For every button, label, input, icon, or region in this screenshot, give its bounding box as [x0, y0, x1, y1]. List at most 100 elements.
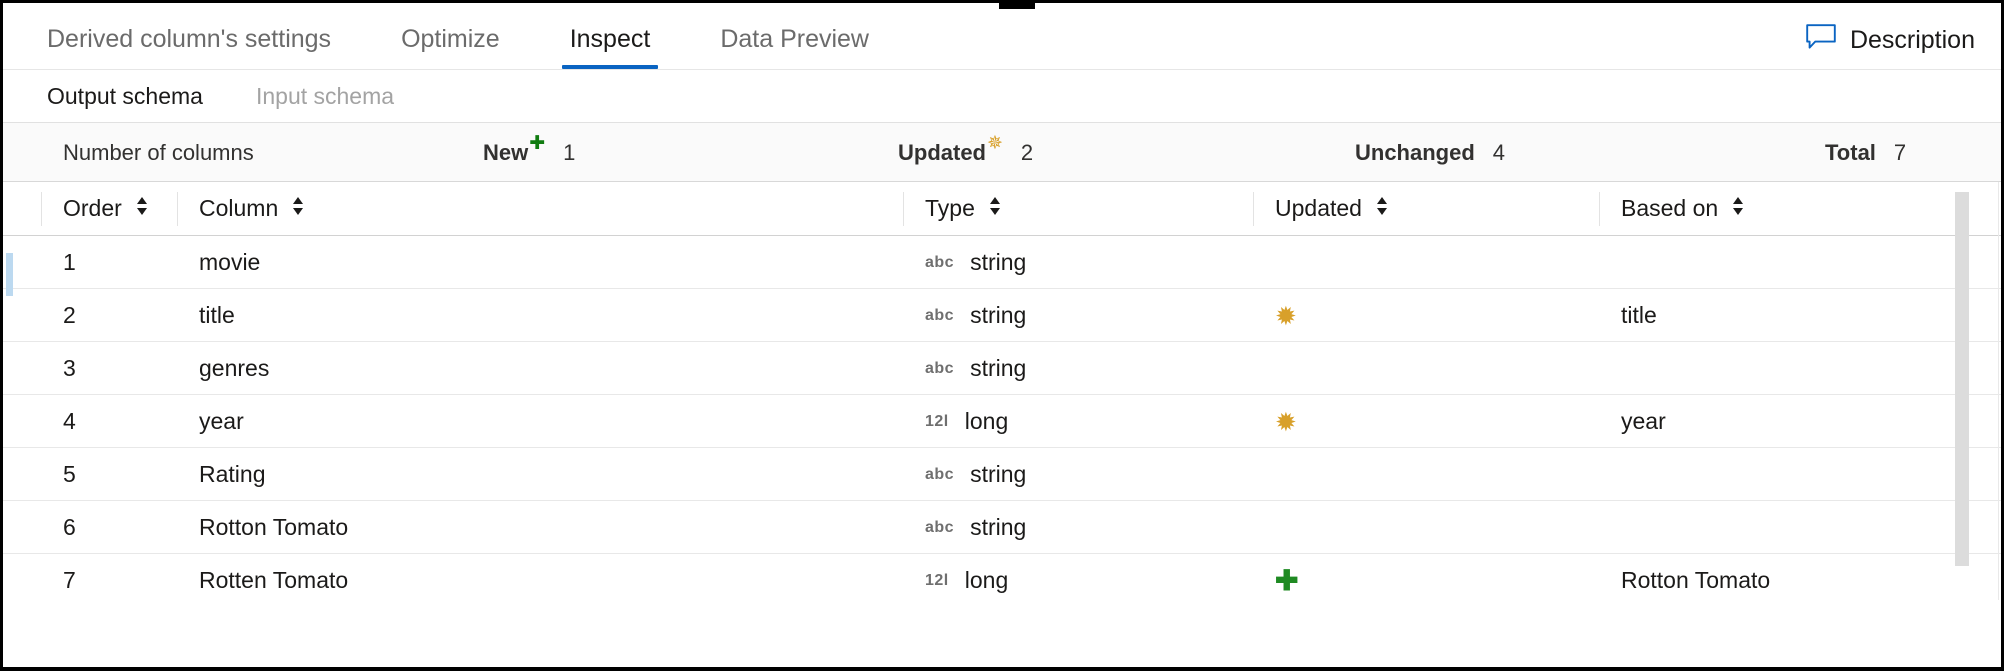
summary-total-value: 7 [1894, 140, 1906, 166]
text-type-icon: abc [925, 466, 954, 484]
cell-column-name: genres [199, 342, 269, 395]
cell-type: abc string [925, 342, 1026, 395]
summary-new-value: 1 [563, 140, 575, 166]
summary-unchanged: Unchanged 4 [1355, 123, 1505, 182]
cell-order: 4 [63, 395, 76, 448]
cell-updated-marker: ✹ [1275, 395, 1297, 448]
cell-based-on: title [1621, 289, 1657, 342]
cell-type: 12l long [925, 395, 1008, 448]
cell-column-name: title [199, 289, 235, 342]
asterisk-icon: ✵ [987, 134, 1003, 153]
inspect-panel: Derived column's settings Optimize Inspe… [0, 0, 2004, 671]
speech-bubble-icon [1806, 24, 1836, 57]
cell-type: abc string [925, 501, 1026, 554]
sort-icon [134, 194, 150, 224]
table-row[interactable]: 7 Rotten Tomato 12llong ✚ Rotton Tomato [3, 554, 2001, 600]
cell-based-on: Rotton Tomato [1621, 554, 1770, 600]
table-row[interactable]: 6 Rotton Tomato abc string [3, 501, 2001, 554]
summary-unchanged-label: Unchanged [1355, 140, 1475, 166]
description-label: Description [1850, 26, 1975, 55]
column-header-label: Column [199, 195, 278, 222]
panel-footer [3, 600, 2001, 648]
summary-new: New ✚ 1 [483, 123, 575, 182]
table-row[interactable]: 5 Rating abcstring [3, 448, 2001, 501]
asterisk-icon: ✹ [1275, 409, 1297, 435]
sort-icon [1730, 194, 1746, 224]
tab-label: Derived column's settings [47, 25, 331, 53]
cell-order: 7 [63, 554, 76, 600]
text-type-icon: abc [925, 254, 954, 272]
table-body: 1movieabcstring2titleabcstring✹title3gen… [3, 236, 2001, 600]
header-divider [1253, 192, 1254, 226]
summary-title: Number of columns [63, 123, 254, 182]
table-right-border [1998, 182, 1999, 600]
tab-inspect[interactable]: Inspect [570, 27, 651, 69]
column-header-order[interactable]: Order [63, 182, 150, 236]
table-row[interactable]: 4year12llong✹year [3, 395, 2001, 448]
type-label: string [970, 355, 1026, 382]
summary-title-label: Number of columns [63, 140, 254, 166]
cell-order: 6 [63, 501, 76, 554]
asterisk-icon: ✹ [1275, 303, 1297, 329]
column-count-summary: Number of columns New ✚ 1 Updated ✵ 2 Un… [3, 123, 2001, 182]
cell-order: 2 [63, 289, 76, 342]
summary-updated-label: Updated [898, 140, 986, 166]
column-header-label: Type [925, 195, 975, 222]
cell-type: 12llong [925, 554, 1008, 600]
table-header-row: Order Column Type [3, 182, 2001, 236]
type-label: string [970, 514, 1026, 541]
summary-updated: Updated ✵ 2 [898, 123, 1033, 182]
header-divider [903, 192, 904, 226]
table-row[interactable]: 3 genres abc string [3, 342, 2001, 395]
plus-icon: ✚ [529, 134, 545, 153]
header-divider [41, 192, 42, 226]
schema-table: Order Column Type [3, 182, 2001, 600]
tab-data-preview[interactable]: Data Preview [720, 27, 869, 69]
type-label: string [970, 249, 1026, 276]
cell-column-name: Rating [199, 448, 265, 501]
type-label: string [970, 302, 1026, 329]
cell-column-name: movie [199, 236, 260, 289]
cell-order: 1 [63, 236, 76, 289]
vertical-scrollbar-thumb[interactable] [1955, 192, 1969, 566]
description-button[interactable]: Description [1806, 24, 1975, 57]
summary-new-label: New [483, 140, 528, 166]
sort-icon [1374, 194, 1390, 224]
cell-type: abc string [925, 236, 1026, 289]
column-header-type[interactable]: Type [925, 182, 1003, 236]
sort-icon [290, 194, 306, 224]
cell-column-name: Rotten Tomato [199, 554, 348, 600]
cell-order: 5 [63, 448, 76, 501]
text-type-icon: abc [925, 307, 954, 325]
tab-strip: Derived column's settings Optimize Inspe… [3, 3, 2001, 70]
column-header-updated[interactable]: Updated [1275, 182, 1390, 236]
subtab-label: Output schema [47, 83, 203, 109]
table-row[interactable]: 1 movie abc string [3, 236, 2001, 289]
column-header-based-on[interactable]: Based on [1621, 182, 1746, 236]
subtab-input-schema[interactable]: Input schema [256, 83, 394, 110]
window-notch [999, 3, 1035, 9]
cell-updated-marker: ✚ [1275, 554, 1298, 600]
tab-label: Inspect [570, 25, 651, 53]
header-divider [1599, 192, 1600, 226]
summary-total: Total 7 [1825, 123, 1906, 182]
header-divider [177, 192, 178, 226]
subtab-label: Input schema [256, 83, 394, 109]
cell-column-name: Rotton Tomato [199, 501, 348, 554]
cell-type: abc string [925, 289, 1026, 342]
cell-order: 3 [63, 342, 76, 395]
subtab-output-schema[interactable]: Output schema [47, 83, 203, 110]
cell-type: abcstring [925, 448, 1026, 501]
text-type-icon: abc [925, 360, 954, 378]
numeric-type-icon: 12l [925, 413, 949, 431]
table-row[interactable]: 2 title abc string ✹ title [3, 289, 2001, 342]
summary-unchanged-value: 4 [1493, 140, 1505, 166]
type-label: long [965, 408, 1008, 435]
text-type-icon: abc [925, 519, 954, 537]
column-header-column[interactable]: Column [199, 182, 306, 236]
tab-optimize[interactable]: Optimize [401, 27, 500, 69]
cell-column-name: year [199, 395, 244, 448]
tab-derived-column-settings[interactable]: Derived column's settings [47, 27, 331, 69]
summary-total-label: Total [1825, 140, 1876, 166]
cell-updated-marker: ✹ [1275, 289, 1297, 342]
